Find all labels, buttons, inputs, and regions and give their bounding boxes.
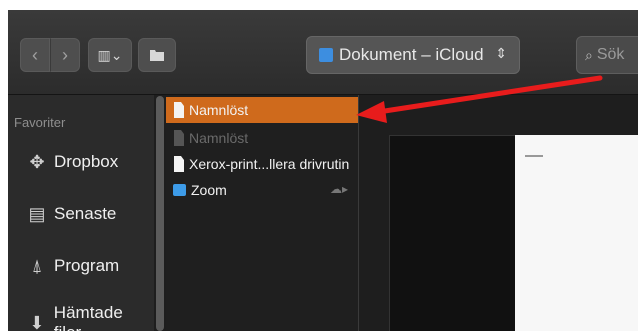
annotation-arrow <box>356 75 603 123</box>
